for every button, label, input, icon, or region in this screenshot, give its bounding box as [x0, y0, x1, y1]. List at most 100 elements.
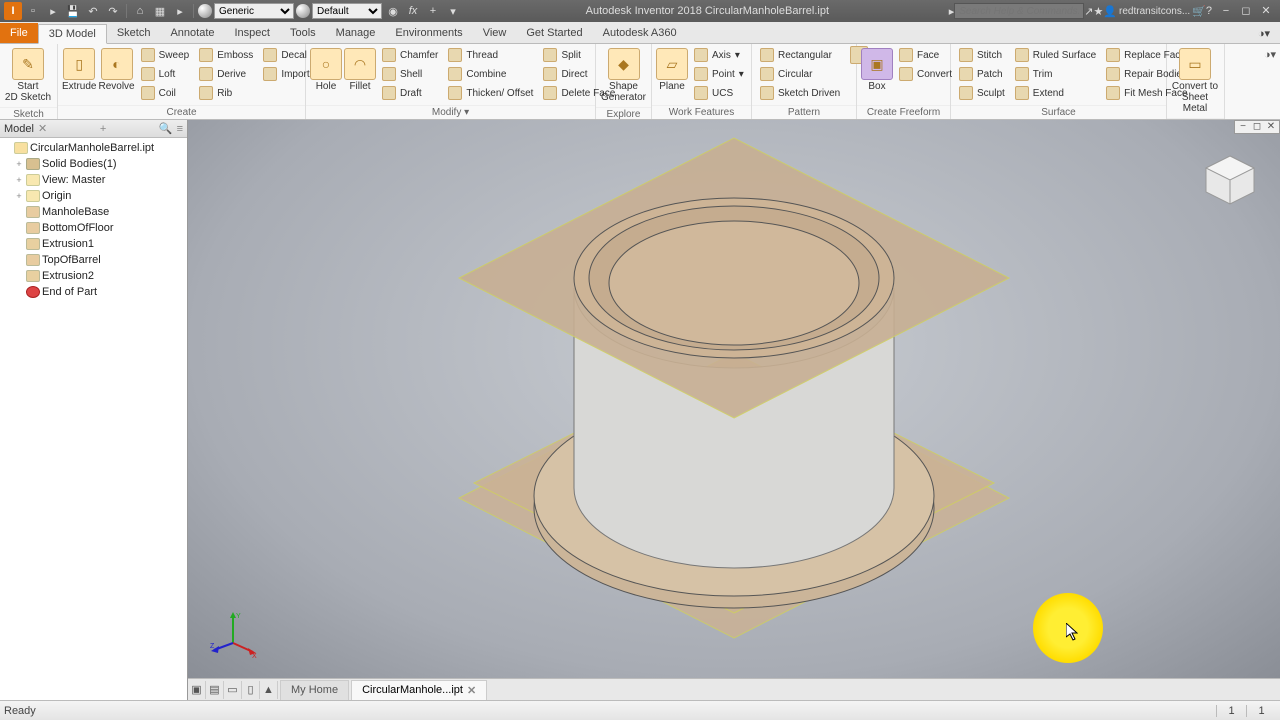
- tab-sketch[interactable]: Sketch: [107, 23, 161, 43]
- redo-icon[interactable]: ↷: [104, 2, 122, 20]
- revolve-button[interactable]: ◐Revolve: [98, 46, 134, 94]
- minimize-icon[interactable]: −: [1218, 4, 1234, 18]
- new-icon[interactable]: ▫: [24, 2, 42, 20]
- ucs-button[interactable]: UCS: [690, 84, 748, 102]
- point-button[interactable]: Point▾: [690, 65, 748, 83]
- tab-3dmodel[interactable]: 3D Model: [38, 24, 107, 44]
- browser-menu-icon[interactable]: ≡: [177, 123, 183, 135]
- close-icon[interactable]: ✕: [1258, 4, 1274, 18]
- sketch-driven-button[interactable]: Sketch Driven: [756, 84, 844, 102]
- extrude-button[interactable]: ▯Extrude: [62, 46, 96, 94]
- tab-view-icon-2[interactable]: ▤: [206, 681, 224, 699]
- emboss-button[interactable]: Emboss: [195, 46, 257, 64]
- fillet-button[interactable]: ◠Fillet: [344, 46, 376, 94]
- coil-button[interactable]: Coil: [137, 84, 194, 102]
- tab-a360[interactable]: Autodesk A360: [593, 23, 687, 43]
- combine-button[interactable]: Combine: [444, 65, 537, 83]
- box-button[interactable]: ▣Box: [861, 46, 893, 94]
- vp-minimize-icon[interactable]: −: [1237, 121, 1249, 133]
- tab-tools[interactable]: Tools: [280, 23, 326, 43]
- tree-item[interactable]: Extrusion1: [0, 236, 187, 252]
- browser-search-icon[interactable]: 🔍: [159, 122, 173, 135]
- maximize-icon[interactable]: ◻: [1238, 4, 1254, 18]
- convert-sheetmetal-button[interactable]: ▭Convert to Sheet Metal: [1171, 46, 1219, 116]
- home-icon[interactable]: ⌂: [131, 2, 149, 20]
- inventor-logo-icon[interactable]: I: [4, 2, 22, 20]
- color-icon[interactable]: ◉: [384, 2, 402, 20]
- tab-view[interactable]: View: [473, 23, 517, 43]
- vp-close-icon[interactable]: ✕: [1265, 121, 1277, 133]
- select-arrow-icon[interactable]: ↗: [1084, 5, 1093, 18]
- tab-getstarted[interactable]: Get Started: [516, 23, 592, 43]
- signin-icon[interactable]: 👤: [1103, 5, 1117, 18]
- exchange-icon[interactable]: 🛒: [1192, 5, 1206, 18]
- tab-view-icon-1[interactable]: ▣: [188, 681, 206, 699]
- tab-inspect[interactable]: Inspect: [225, 23, 280, 43]
- qat-more-icon[interactable]: ▾: [444, 2, 462, 20]
- hole-button[interactable]: ○Hole: [310, 46, 342, 94]
- sweep-button[interactable]: Sweep: [137, 46, 194, 64]
- tab-environments[interactable]: Environments: [385, 23, 472, 43]
- doctab-current[interactable]: CircularManhole...ipt✕: [351, 680, 487, 700]
- thread-button[interactable]: Thread: [444, 46, 537, 64]
- viewcube[interactable]: [1200, 150, 1260, 210]
- material-sphere-icon[interactable]: [198, 4, 212, 18]
- ruled-surface-button[interactable]: Ruled Surface: [1011, 46, 1100, 64]
- shape-generator-button[interactable]: ◆Shape Generator: [600, 46, 647, 105]
- material-select[interactable]: Generic: [214, 3, 294, 19]
- tree-item[interactable]: +Origin: [0, 188, 187, 204]
- user-name[interactable]: redtransitcons...: [1117, 6, 1192, 17]
- ribbon-settings-icon[interactable]: ◑▾: [1264, 48, 1276, 61]
- viewport[interactable]: − ◻ ✕: [188, 120, 1280, 678]
- shell-button[interactable]: Shell: [378, 65, 442, 83]
- tab-manage[interactable]: Manage: [326, 23, 386, 43]
- chamfer-button[interactable]: Chamfer: [378, 46, 442, 64]
- rectangular-button[interactable]: Rectangular: [756, 46, 844, 64]
- save-icon[interactable]: 💾: [64, 2, 82, 20]
- axis-button[interactable]: Axis▾: [690, 46, 748, 64]
- derive-button[interactable]: Derive: [195, 65, 257, 83]
- doctab-home[interactable]: My Home: [280, 680, 349, 700]
- favorite-icon[interactable]: ★: [1093, 5, 1103, 18]
- plane-button[interactable]: ▱Plane: [656, 46, 688, 94]
- vp-restore-icon[interactable]: ◻: [1251, 121, 1263, 133]
- undo-icon[interactable]: ↶: [84, 2, 102, 20]
- tree-item[interactable]: +View: Master: [0, 172, 187, 188]
- browser-add-tab-icon[interactable]: +: [100, 123, 106, 135]
- tree-item[interactable]: ManholeBase: [0, 204, 187, 220]
- tree-item[interactable]: BottomOfFloor: [0, 220, 187, 236]
- appearance-select[interactable]: Default: [312, 3, 382, 19]
- panel-label-modify[interactable]: Modify ▾: [306, 105, 595, 119]
- trim-button[interactable]: Trim: [1011, 65, 1100, 83]
- tab-annotate[interactable]: Annotate: [160, 23, 224, 43]
- tree-item[interactable]: CircularManholeBarrel.ipt: [0, 140, 187, 156]
- circular-button[interactable]: Circular: [756, 65, 844, 83]
- appearance-sphere-icon[interactable]: [296, 4, 310, 18]
- browser-tree[interactable]: CircularManholeBarrel.ipt+Solid Bodies(1…: [0, 138, 187, 302]
- help-search-input[interactable]: [954, 3, 1084, 19]
- team-icon[interactable]: ▦: [151, 2, 169, 20]
- tree-item[interactable]: +Solid Bodies(1): [0, 156, 187, 172]
- tab-view-icon-3[interactable]: ▭: [224, 681, 242, 699]
- select-icon[interactable]: ▸: [171, 2, 189, 20]
- thicken-button[interactable]: Thicken/ Offset: [444, 84, 537, 102]
- sculpt-button[interactable]: Sculpt: [955, 84, 1009, 102]
- tab-view-up-icon[interactable]: ▲: [260, 681, 278, 699]
- freeform-face-button[interactable]: Face: [895, 46, 956, 64]
- tree-item[interactable]: TopOfBarrel: [0, 252, 187, 268]
- doctab-close-icon[interactable]: ✕: [467, 684, 476, 697]
- stitch-button[interactable]: Stitch: [955, 46, 1009, 64]
- extend-button[interactable]: Extend: [1011, 84, 1100, 102]
- loft-button[interactable]: Loft: [137, 65, 194, 83]
- draft-button[interactable]: Draft: [378, 84, 442, 102]
- start-2d-sketch-button[interactable]: ✎Start 2D Sketch: [4, 46, 52, 105]
- file-tab[interactable]: File: [0, 23, 38, 43]
- browser-close-icon[interactable]: ✕: [38, 122, 47, 135]
- open-icon[interactable]: ▸: [44, 2, 62, 20]
- add-icon[interactable]: +: [424, 2, 442, 20]
- patch-button[interactable]: Patch: [955, 65, 1009, 83]
- rib-button[interactable]: Rib: [195, 84, 257, 102]
- tree-item[interactable]: End of Part: [0, 284, 187, 300]
- freeform-convert-button[interactable]: Convert: [895, 65, 956, 83]
- ribbon-appearance-icon[interactable]: ◑▾: [1254, 23, 1274, 43]
